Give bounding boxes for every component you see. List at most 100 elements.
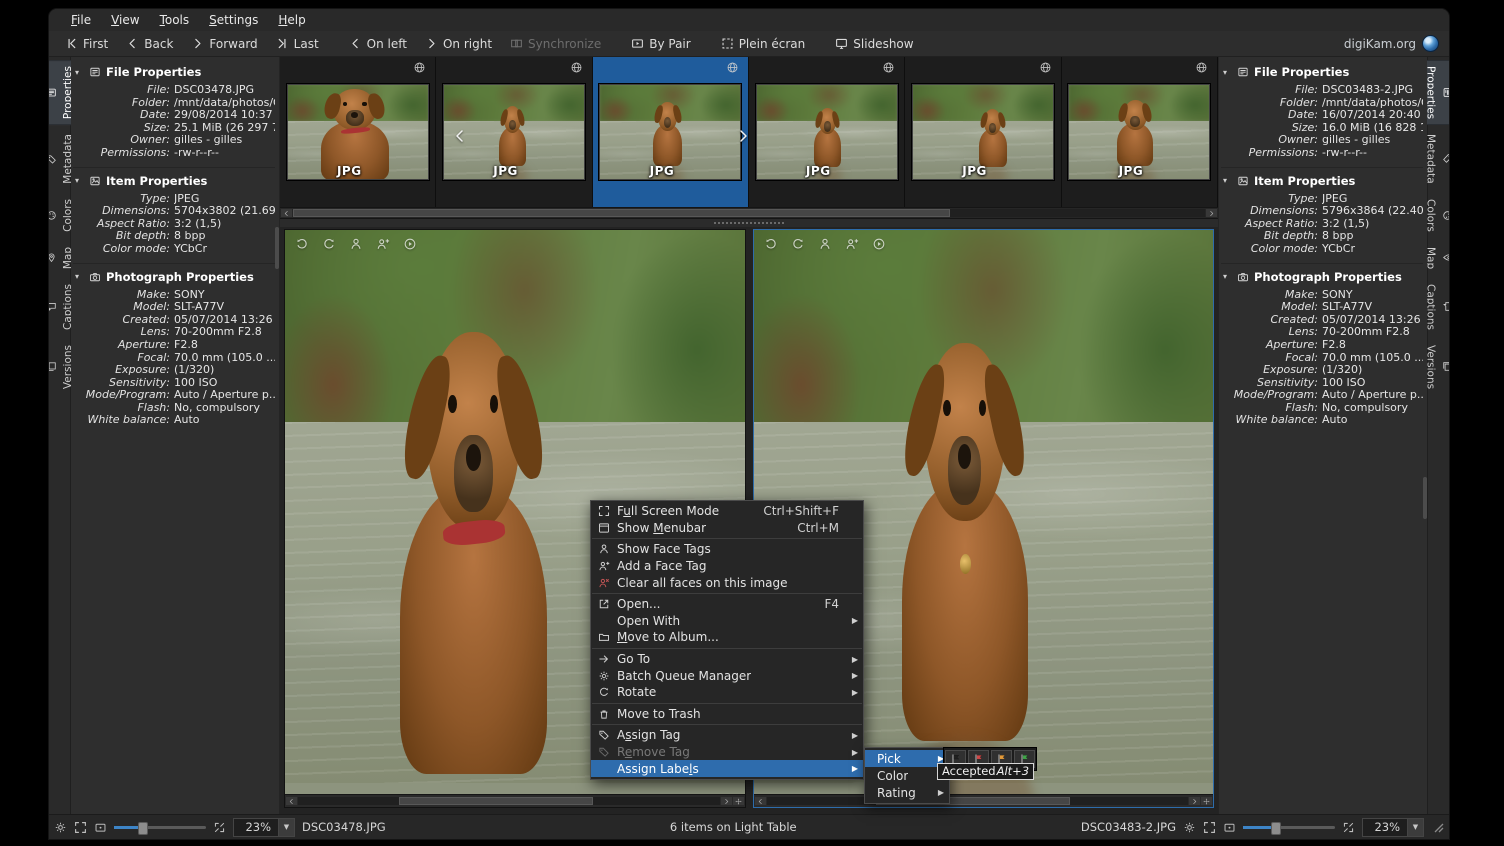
menu-file[interactable]: File <box>61 11 101 29</box>
chevron-down-icon[interactable]: ▼ <box>278 819 294 836</box>
property-row: ModelSLT-A77V <box>73 301 275 314</box>
tab-versions-right[interactable]: Versions <box>1424 339 1451 395</box>
right-zoom-slider[interactable] <box>1243 826 1335 829</box>
thumbnail-4[interactable]: JPG <box>749 57 905 207</box>
zoom-1-1-icon[interactable] <box>1223 821 1236 834</box>
rotate-right-icon[interactable] <box>322 237 336 251</box>
thumbnail-5[interactable]: JPG <box>905 57 1061 207</box>
thumb-nav-left-icon[interactable] <box>452 125 468 147</box>
scroll-right-icon[interactable] <box>721 797 732 805</box>
tab-properties-right[interactable]: Properties <box>1424 60 1451 125</box>
property-row: Created05/07/2014 13:26 <box>1221 314 1423 327</box>
panel-scrollbar[interactable] <box>275 227 279 269</box>
fullscreen-button[interactable]: Plein écran <box>713 35 814 53</box>
add-face-tag-icon <box>598 560 610 572</box>
chevron-down-icon[interactable]: ▼ <box>1407 819 1423 836</box>
back-button[interactable]: Back <box>118 35 181 53</box>
menu-settings[interactable]: Settings <box>199 11 268 29</box>
menu-item-go-to[interactable]: Go To▶ <box>591 651 863 668</box>
tab-colors-right[interactable]: Colors <box>1424 193 1451 238</box>
synchronize-button[interactable]: Synchronize <box>502 35 609 53</box>
sync-settings-icon[interactable] <box>1183 821 1196 834</box>
scroll-right-icon[interactable] <box>1206 209 1217 217</box>
sync-settings-icon[interactable] <box>54 821 67 834</box>
scroll-right-icon[interactable] <box>1189 797 1200 805</box>
fit-to-window-icon[interactable] <box>1203 821 1216 834</box>
thumbnail-3-selected[interactable]: JPG <box>593 57 749 207</box>
fit-to-window-icon[interactable] <box>74 821 87 834</box>
fit-zoom-icon[interactable] <box>1342 821 1355 834</box>
collapse-arrow-icon[interactable]: ▾ <box>75 272 84 281</box>
submenu-item-rating[interactable]: Rating▶ <box>865 784 949 801</box>
right-zoom-combobox[interactable]: 23%▼ <box>1362 818 1424 837</box>
menu-item-assign-labels[interactable]: Assign Labels▶ <box>591 760 863 777</box>
collapse-arrow-icon[interactable]: ▾ <box>1223 176 1232 185</box>
left-zoom-slider[interactable] <box>114 826 206 829</box>
pan-icon[interactable] <box>1201 797 1212 805</box>
tab-metadata-right[interactable]: Metadata <box>1424 128 1451 190</box>
splitter-handle[interactable] <box>280 219 1218 227</box>
tab-captions-right[interactable]: Captions <box>1424 278 1451 336</box>
menu-help[interactable]: Help <box>268 11 315 29</box>
menu-item-assign-tag[interactable]: Assign Tag▶ <box>591 727 863 744</box>
face-tags-icon[interactable] <box>818 237 832 251</box>
menu-separator <box>592 648 862 649</box>
menu-item-move-to-trash[interactable]: Move to Trash <box>591 706 863 723</box>
status-bar: 23%▼ DSC03478.JPG 6 items on Light Table… <box>49 814 1449 839</box>
slideshow-button[interactable]: Slideshow <box>827 35 921 53</box>
scrollbar-thumb[interactable] <box>293 209 950 217</box>
fit-zoom-icon[interactable] <box>213 821 226 834</box>
photograph-properties-icon <box>1237 271 1249 283</box>
resize-grip[interactable] <box>1433 822 1444 833</box>
thumbbar-scrollbar[interactable] <box>280 207 1218 219</box>
left-pane-scrollbar[interactable] <box>285 794 745 807</box>
rotate-left-icon[interactable] <box>295 237 309 251</box>
menu-item-add-face-tag[interactable]: Add a Face Tag <box>591 558 863 575</box>
menu-tools[interactable]: Tools <box>150 11 200 29</box>
scrollbar-thumb[interactable] <box>399 797 593 805</box>
slideshow-play-icon[interactable] <box>872 237 886 251</box>
scroll-left-icon[interactable] <box>286 797 297 805</box>
menu-item-open-with[interactable]: Open With▶ <box>591 613 863 630</box>
add-face-tag-icon[interactable] <box>376 237 390 251</box>
file-properties-icon <box>1237 66 1249 78</box>
forward-button[interactable]: Forward <box>183 35 265 53</box>
on-right-button[interactable]: On right <box>417 35 500 53</box>
tab-map-right[interactable]: Map <box>1424 241 1451 275</box>
face-tags-icon[interactable] <box>349 237 363 251</box>
thumbnail-1[interactable]: JPG <box>280 57 436 207</box>
left-properties-panel: ▾File Properties FileDSC03478.JPGFolder/… <box>71 57 280 814</box>
menu-item-show-face-tags[interactable]: Show Face Tags <box>591 541 863 558</box>
menu-view[interactable]: View <box>101 11 149 29</box>
captions-tab-icon <box>1442 301 1451 312</box>
by-pair-button[interactable]: By Pair <box>623 35 698 53</box>
thumb-nav-right-icon[interactable] <box>735 125 751 147</box>
collapse-arrow-icon[interactable]: ▾ <box>75 68 84 77</box>
right-pane-scrollbar[interactable] <box>754 794 1214 807</box>
add-face-tag-icon[interactable] <box>845 237 859 251</box>
last-button[interactable]: Last <box>268 35 327 53</box>
scroll-left-icon[interactable] <box>281 209 292 217</box>
menu-item-rotate[interactable]: Rotate▶ <box>591 684 863 701</box>
menu-item-batch-queue-manager[interactable]: Batch Queue Manager▶ <box>591 667 863 684</box>
pan-icon[interactable] <box>733 797 744 805</box>
rotate-right-icon[interactable] <box>791 237 805 251</box>
left-zoom-combobox[interactable]: 23%▼ <box>233 818 295 837</box>
rotate-left-icon[interactable] <box>764 237 778 251</box>
menu-item-open[interactable]: Open...F4 <box>591 596 863 613</box>
menu-item-move-to-album[interactable]: Move to Album... <box>591 629 863 646</box>
menu-item-remove-tag[interactable]: Remove Tag▶ <box>591 744 863 761</box>
thumbnail-6[interactable]: JPG <box>1062 57 1218 207</box>
menu-item-clear-faces[interactable]: Clear all faces on this image <box>591 574 863 591</box>
slideshow-play-icon[interactable] <box>403 237 417 251</box>
collapse-arrow-icon[interactable]: ▾ <box>1223 68 1232 77</box>
scroll-left-icon[interactable] <box>755 797 766 805</box>
collapse-arrow-icon[interactable]: ▾ <box>75 176 84 185</box>
on-left-button[interactable]: On left <box>341 35 415 53</box>
first-button[interactable]: First <box>57 35 116 53</box>
menu-item-full-screen-mode[interactable]: Full Screen ModeCtrl+Shift+F <box>591 503 863 520</box>
menu-item-show-menubar[interactable]: Show MenubarCtrl+M <box>591 520 863 537</box>
panel-scrollbar[interactable] <box>1423 477 1427 519</box>
zoom-1-1-icon[interactable] <box>94 821 107 834</box>
collapse-arrow-icon[interactable]: ▾ <box>1223 272 1232 281</box>
